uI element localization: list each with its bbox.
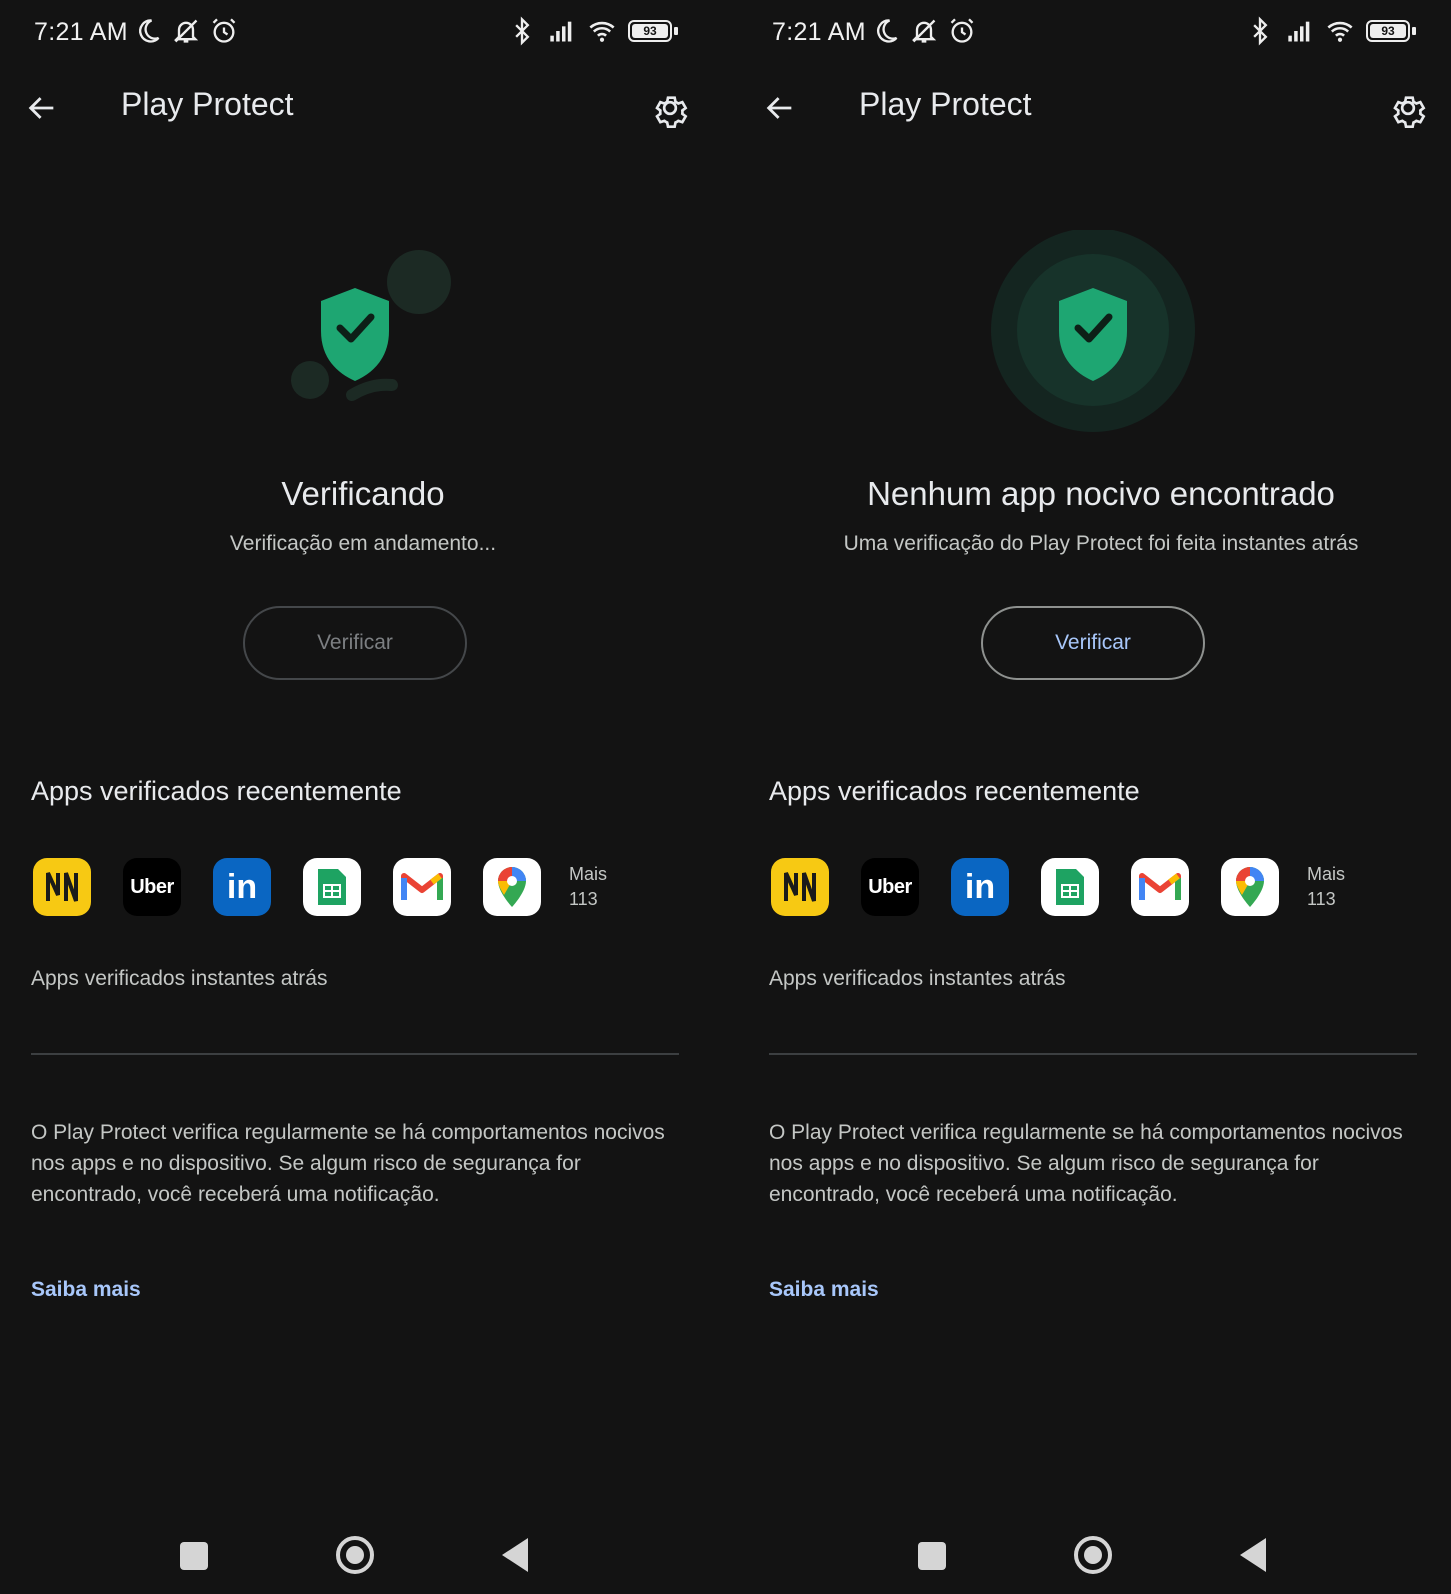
arrow-back-icon: [28, 97, 54, 119]
gear-icon: [655, 96, 688, 128]
nav-back-button[interactable]: [502, 1538, 528, 1572]
screens-container: 7:21 AM 93 Play Protect Verificando Veri…: [0, 0, 1451, 1594]
app-bar: Play Protect: [0, 80, 726, 136]
signal-icon: [1288, 21, 1310, 42]
verify-button[interactable]: Verificar: [981, 606, 1205, 680]
arrow-back-icon: [766, 97, 792, 119]
shield-scanning-graphic: [291, 250, 451, 401]
back-button[interactable]: [758, 86, 802, 130]
gmail-icon[interactable]: [393, 858, 451, 916]
screen-result: 7:21 AM 93 Play Protect Nenhum app nociv…: [738, 0, 1451, 1594]
recent-apps-title: Apps verificados recentemente: [31, 776, 402, 806]
checked-time: Apps verificados instantes atrás: [769, 967, 1066, 990]
more-apps-link[interactable]: Mais 113: [569, 862, 607, 912]
status-title: Nenhum app nocivo encontrado: [867, 475, 1335, 512]
app-bar: Play Protect: [738, 80, 1451, 136]
sheets-icon[interactable]: [1041, 858, 1099, 916]
recents-button[interactable]: [180, 1542, 208, 1570]
screen-scanning: 7:21 AM 93 Play Protect Verificando Veri…: [0, 0, 726, 1594]
battery-level: 93: [643, 24, 657, 38]
bluetooth-icon: [515, 16, 530, 46]
settings-button[interactable]: [648, 86, 692, 130]
nav-back-button[interactable]: [1240, 1538, 1266, 1572]
home-button[interactable]: [1074, 1536, 1112, 1574]
home-button[interactable]: [336, 1536, 374, 1574]
nubank-like-icon[interactable]: [33, 858, 91, 916]
bluetooth-icon: [1253, 16, 1268, 46]
info-text: O Play Protect verifica regularmente se …: [31, 1121, 665, 1206]
learn-more-link[interactable]: Saiba mais: [769, 1278, 879, 1302]
settings-button[interactable]: [1386, 86, 1430, 130]
status-bar: 7:21 AM 93: [772, 14, 1416, 54]
wifi-icon: [589, 21, 615, 42]
more-label: Mais: [1307, 864, 1346, 884]
linkedin-icon[interactable]: in: [213, 858, 271, 916]
moon-icon: [139, 19, 160, 43]
recent-apps-title: Apps verificados recentemente: [769, 776, 1140, 806]
more-count: 113: [1307, 889, 1336, 909]
nubank-like-icon[interactable]: [771, 858, 829, 916]
signal-icon: [550, 21, 572, 42]
divider: [31, 1053, 679, 1055]
battery-icon: 93: [1366, 18, 1416, 44]
learn-more-link[interactable]: Saiba mais: [31, 1278, 141, 1302]
status-title: Verificando: [281, 475, 445, 512]
status-time: 7:21 AM: [772, 18, 866, 46]
verify-button[interactable]: Verificar: [243, 606, 467, 680]
result-graphic: [738, 230, 1451, 440]
maps-icon[interactable]: [483, 858, 541, 916]
alarm-icon: [950, 18, 974, 43]
back-button[interactable]: [20, 86, 64, 130]
page-title: Play Protect: [121, 86, 294, 122]
more-label: Mais: [569, 864, 608, 884]
uber-icon[interactable]: Uber: [123, 858, 181, 916]
gmail-icon[interactable]: [1131, 858, 1189, 916]
wifi-icon: [1327, 21, 1353, 42]
more-count: 113: [569, 889, 598, 909]
gear-icon: [1393, 96, 1426, 128]
bell-off-icon: [173, 19, 199, 43]
info-text: O Play Protect verifica regularmente se …: [769, 1121, 1403, 1206]
shield-check-graphic: [991, 230, 1195, 432]
battery-icon: 93: [628, 18, 678, 44]
more-apps-link[interactable]: Mais 113: [1307, 862, 1345, 912]
divider: [769, 1053, 1417, 1055]
status-bar: 7:21 AM 93: [34, 14, 678, 54]
uber-icon[interactable]: Uber: [861, 858, 919, 916]
bell-off-icon: [911, 19, 937, 43]
sheets-icon[interactable]: [303, 858, 361, 916]
linkedin-icon[interactable]: in: [951, 858, 1009, 916]
page-title: Play Protect: [859, 86, 1032, 122]
nav-bar: [738, 1530, 1451, 1580]
recents-button[interactable]: [918, 1542, 946, 1570]
checked-time: Apps verificados instantes atrás: [31, 967, 328, 990]
recent-apps-row: Uber in Mais 113: [33, 858, 607, 916]
status-time: 7:21 AM: [34, 18, 128, 46]
recent-apps-row: Uber in Mais 113: [771, 858, 1345, 916]
moon-icon: [877, 19, 898, 43]
battery-level: 93: [1381, 24, 1395, 38]
scan-animation: [0, 230, 726, 440]
maps-icon[interactable]: [1221, 858, 1279, 916]
alarm-icon: [212, 18, 236, 43]
status-subtitle: Uma verificação do Play Protect foi feit…: [843, 532, 1359, 555]
status-subtitle: Verificação em andamento...: [229, 532, 497, 555]
nav-bar: [0, 1530, 726, 1580]
